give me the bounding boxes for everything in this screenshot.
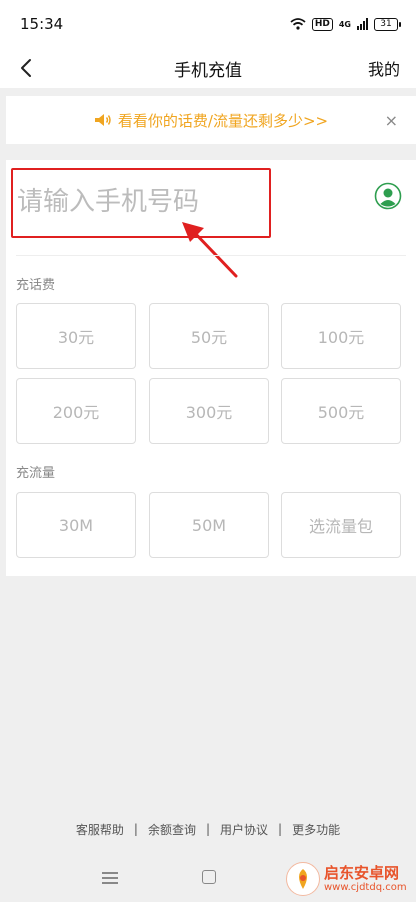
footer-separator: | (205, 822, 211, 836)
home-icon[interactable] (202, 870, 216, 884)
recharge-option-300[interactable]: 300元 (149, 378, 269, 444)
watermark: 启东安卓网 www.cjdtdq.com (286, 856, 416, 902)
watermark-logo-icon (286, 862, 320, 896)
phone-input-highlight (11, 168, 271, 238)
divider (16, 255, 406, 256)
speaker-icon (94, 114, 111, 126)
mine-link[interactable]: 我的 (368, 56, 400, 80)
menu-icon[interactable] (102, 872, 118, 884)
status-bar: 15:34 HD 4G 31 (0, 0, 416, 48)
nav-bar: 手机充值 我的 (0, 48, 416, 88)
status-time: 15:34 (20, 15, 64, 33)
signal-icon (357, 18, 368, 30)
data-option-package[interactable]: 选流量包 (281, 492, 401, 558)
phone-input[interactable] (17, 180, 257, 224)
recharge-option-500[interactable]: 500元 (281, 378, 401, 444)
footer-link-balance[interactable]: 余额查询 (148, 821, 196, 838)
recharge-card: 充话费 30元 50元 100元 200元 300元 500元 充流量 30M … (6, 160, 416, 576)
recharge-option-100[interactable]: 100元 (281, 303, 401, 369)
hd-badge: HD (311, 17, 333, 31)
footer-link-more[interactable]: 更多功能 (292, 821, 340, 838)
balance-banner[interactable]: 看看你的话费/流量还剩多少>> × (6, 96, 416, 144)
back-button[interactable] (10, 48, 42, 88)
footer-link-agreement[interactable]: 用户协议 (220, 821, 268, 838)
banner-text[interactable]: 看看你的话费/流量还剩多少>> (118, 110, 328, 131)
recharge-option-200[interactable]: 200元 (16, 378, 136, 444)
watermark-title: 启东安卓网 (324, 864, 400, 882)
data-option-30m[interactable]: 30M (16, 492, 136, 558)
footer-link-help[interactable]: 客服帮助 (76, 821, 124, 838)
watermark-url: www.cjdtdq.com (324, 882, 407, 893)
footer-links: 客服帮助 | 余额查询 | 用户协议 | 更多功能 (0, 818, 416, 840)
footer-separator: | (278, 822, 283, 836)
status-icons: HD 4G 31 (290, 17, 401, 31)
page-title: 手机充值 (174, 60, 242, 81)
banner-close-button[interactable]: × (385, 111, 398, 130)
recharge-option-30[interactable]: 30元 (16, 303, 136, 369)
recharge-option-50[interactable]: 50元 (149, 303, 269, 369)
recharge-call-label: 充话费 (16, 278, 56, 293)
data-option-50m[interactable]: 50M (149, 492, 269, 558)
chevron-left-icon (21, 59, 31, 77)
network-label: 4G (338, 19, 351, 29)
wifi-icon (290, 18, 306, 30)
battery-icon: 31 (374, 17, 401, 31)
recharge-data-label: 充流量 (16, 466, 56, 481)
contact-icon[interactable] (374, 182, 402, 210)
footer-separator: | (133, 822, 138, 836)
